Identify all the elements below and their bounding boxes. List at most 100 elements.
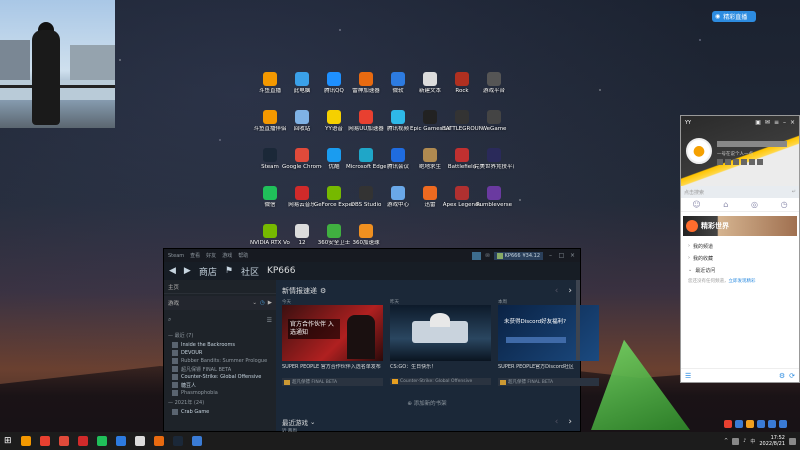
discover-link[interactable]: 立即发现精彩: [729, 279, 756, 284]
ime-icon[interactable]: 中: [750, 438, 755, 445]
minimize-icon[interactable]: –: [547, 252, 554, 259]
yy-item[interactable]: › 我的收藏: [681, 252, 799, 264]
windows-start-icon[interactable]: ⊞: [4, 436, 12, 446]
live-badge[interactable]: ◉ 精彩直播: [712, 11, 756, 22]
refresh-icon[interactable]: ⟳: [789, 372, 795, 380]
recent-prev-icon[interactable]: ‹: [555, 417, 559, 427]
emoji-icon[interactable]: [746, 420, 754, 428]
tab-messages-icon[interactable]: ◷: [781, 200, 788, 209]
library-search[interactable]: ⌕ ☰: [168, 314, 272, 326]
maximize-icon[interactable]: □: [558, 252, 565, 259]
taskbar-app-icon[interactable]: [172, 436, 183, 446]
forward-arrow-icon[interactable]: ▶: [184, 266, 191, 276]
scrollbar[interactable]: [576, 280, 580, 360]
signature[interactable]: 一号在说个人一点: [717, 151, 753, 157]
back-arrow-icon[interactable]: ◀: [169, 266, 176, 276]
add-shelf-button[interactable]: ⊕ 添加新的书架: [278, 399, 576, 407]
tab-groups-icon[interactable]: ◎: [751, 200, 758, 209]
keyboard-icon[interactable]: [768, 420, 776, 428]
carousel-next-icon[interactable]: ›: [568, 286, 572, 296]
desktop-icon[interactable]: 游戏平台: [474, 72, 514, 95]
recent-section-header[interactable]: — 最近 (7): [164, 330, 276, 341]
chevron-up-icon[interactable]: ^: [724, 438, 728, 444]
close-icon[interactable]: ×: [790, 119, 795, 126]
taskbar-app-icon[interactable]: [58, 436, 69, 446]
chevron-down-icon[interactable]: ⌄: [310, 418, 315, 426]
game-item[interactable]: 糖豆人: [164, 381, 276, 389]
game-item[interactable]: Crab Game: [164, 408, 276, 416]
nav-community[interactable]: 社区: [241, 265, 259, 278]
library-flag-icon[interactable]: ⚑: [225, 266, 233, 276]
tab-channels-icon[interactable]: ⌂: [723, 200, 728, 209]
mic-icon[interactable]: [757, 420, 765, 428]
carousel-prev-icon[interactable]: ‹: [555, 286, 559, 296]
taskbar-app-icon[interactable]: [134, 436, 145, 446]
menu-view[interactable]: 查看: [190, 252, 200, 259]
game-item[interactable]: 超凡保镖 FINAL BETA: [164, 365, 276, 373]
avatar[interactable]: ●: [686, 138, 712, 164]
news-card-game[interactable]: Counter-Strike: Global Offensive: [390, 378, 491, 385]
yy-search[interactable]: 点击搜索 ↵: [681, 186, 799, 198]
yy-item[interactable]: › 我的频道: [681, 240, 799, 252]
game-item[interactable]: Rubber Bandits: Summer Prologue: [164, 357, 276, 365]
news-card-game[interactable]: 超凡保镖 FINAL BETA: [498, 378, 599, 386]
notifications-icon[interactable]: [789, 437, 796, 445]
yy-item[interactable]: ⌄ 最近访问: [681, 264, 799, 276]
minimize-icon[interactable]: –: [783, 119, 786, 126]
game-item[interactable]: DEVOUR: [164, 349, 276, 357]
account-menu[interactable]: KP666 ¥34.12: [493, 251, 543, 260]
network-icon[interactable]: [732, 437, 740, 445]
menu-games[interactable]: 游戏: [222, 252, 232, 259]
yy-banner[interactable]: 精彩世界: [683, 216, 797, 236]
year-section-header[interactable]: — 2021年 (24): [164, 397, 276, 408]
taskbar-app-icon[interactable]: [115, 436, 126, 446]
taskbar-app-icon[interactable]: [39, 436, 50, 446]
ime-settings-icon[interactable]: [779, 420, 787, 428]
news-card[interactable]: 昨天 CS:GO：生日快乐！ Counter-Strike: Global Of…: [390, 299, 491, 386]
taskbar-app-icon[interactable]: [96, 436, 107, 446]
nav-profile[interactable]: KP666: [267, 266, 296, 276]
close-icon[interactable]: ×: [569, 252, 576, 259]
nav-store[interactable]: 商店: [199, 265, 217, 278]
game-item[interactable]: Inside the Backrooms: [164, 341, 276, 349]
search-back-icon[interactable]: ↵: [792, 189, 796, 195]
menu-icon[interactable]: ≡: [774, 119, 779, 126]
menu-help[interactable]: 帮助: [238, 252, 248, 259]
mail-icon[interactable]: ✉: [765, 119, 770, 126]
clock-icon[interactable]: ◷: [260, 300, 265, 306]
yy-panel[interactable]: YY ▣ ✉ ≡ – × ● 一号在说个人一点 点击搜索 ↵ ☺ ⌂ ◎ ◷ 精…: [680, 115, 800, 383]
desktop-icon[interactable]: WeGame: [474, 110, 514, 133]
play-icon[interactable]: ▶: [268, 300, 272, 306]
announce-icon[interactable]: [472, 251, 482, 260]
filter-icon[interactable]: ☰: [267, 317, 272, 324]
recent-next-icon[interactable]: ›: [568, 417, 572, 427]
taskbar-app-icon[interactable]: [191, 436, 202, 446]
desktop-icon[interactable]: 360加速球: [346, 224, 386, 247]
game-item[interactable]: Phasmophobia: [164, 389, 276, 397]
desktop-icon[interactable]: Rumbleverse: [474, 186, 514, 209]
clock[interactable]: 17:52 2022/8/21: [759, 435, 785, 447]
news-card[interactable]: 今天 官方合作伙伴 入选通知 SUPER PEOPLE 官方合作伙伴入选名单发布…: [282, 299, 383, 386]
desktop-icon[interactable]: 完美世界竞技平台: [474, 148, 514, 171]
ime-mode-icon[interactable]: [735, 420, 743, 428]
news-card-game[interactable]: 超凡保镖 FINAL BETA: [282, 378, 383, 386]
game-item[interactable]: Counter-Strike: Global Offensive: [164, 373, 276, 381]
tab-contacts-icon[interactable]: ☺: [692, 200, 700, 209]
notification-icon[interactable]: ✉: [485, 253, 489, 259]
taskbar-app-icon[interactable]: [20, 436, 31, 446]
taskbar-app-icon[interactable]: [153, 436, 164, 446]
skin-icon[interactable]: ▣: [755, 119, 761, 126]
sidebar-home[interactable]: 主页: [164, 280, 276, 294]
taskbar-app-icon[interactable]: [77, 436, 88, 446]
menu-friends[interactable]: 好友: [206, 252, 216, 259]
volume-icon[interactable]: ♪: [743, 438, 746, 444]
games-filter[interactable]: 游戏 ⌄ ◷ ▶: [164, 296, 276, 310]
menu-steam[interactable]: Steam: [168, 253, 184, 259]
settings-icon[interactable]: ⚙: [779, 372, 785, 380]
gear-icon[interactable]: ⚙: [320, 287, 326, 295]
recent-games-title[interactable]: 最近游戏: [282, 417, 308, 427]
ime-toolbar[interactable]: [724, 420, 787, 428]
news-card[interactable]: 本周 未获得Discord好友福利? SUPER PEOPLE官方Discord…: [498, 299, 599, 386]
menu-icon[interactable]: ☰: [685, 372, 691, 380]
steam-window[interactable]: Steam 查看 好友 游戏 帮助 ✉ KP666 ¥34.12 – □ × ◀…: [163, 248, 599, 434]
